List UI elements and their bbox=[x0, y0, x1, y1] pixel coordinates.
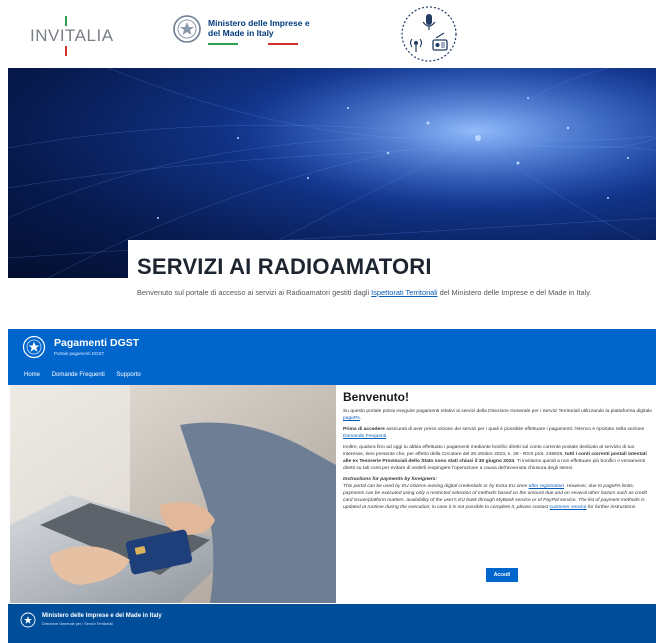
hero-subtitle-text-end: del Ministero delle Imprese e del Made i… bbox=[437, 288, 592, 297]
foreigners-text-end: for further instructions. bbox=[586, 505, 637, 510]
login-button[interactable]: Accedi bbox=[486, 568, 518, 582]
ministry-name: Ministero delle Imprese e del Made in It… bbox=[208, 18, 310, 38]
foreigners-paragraph: Instructions for payments by foreigners:… bbox=[343, 476, 656, 511]
foreigners-heading: Instructions for payments by foreigners: bbox=[343, 477, 438, 482]
portal-nav: Home Domande Frequenti Supporto bbox=[16, 372, 151, 378]
italian-flag-stripe bbox=[208, 43, 298, 45]
nav-domande-frequenti[interactable]: Domande Frequenti bbox=[52, 372, 105, 378]
welcome-content: Benvenuto! Su questo portale potrai eseg… bbox=[343, 390, 656, 515]
intro-paragraph: Su questo portale potrai eseguire pagame… bbox=[343, 408, 656, 422]
pagopa-link[interactable]: pagoPA bbox=[343, 416, 360, 421]
invitalia-green-bar bbox=[65, 16, 67, 26]
invitalia-wordmark: INVITALIA bbox=[30, 26, 114, 45]
footer-subtitle: Direzione Generale per i Servizi Territo… bbox=[42, 622, 114, 626]
invitalia-red-bar bbox=[65, 46, 67, 56]
before-access-paragraph: Prima di accedere assicurati di aver pre… bbox=[343, 426, 656, 440]
nav-home[interactable]: Home bbox=[24, 372, 40, 378]
radio-microphone-icon bbox=[401, 6, 457, 62]
portal-title: Pagamenti DGST bbox=[54, 337, 140, 349]
postal-accounts-paragraph: Inoltre, qualora fino ad oggi tu abbia e… bbox=[343, 444, 656, 472]
ispettorati-link[interactable]: Ispettorati Territoriali bbox=[371, 288, 437, 297]
laptop-credit-card-photo bbox=[10, 385, 336, 603]
customer-service-link[interactable]: customer service bbox=[550, 505, 587, 510]
italian-republic-emblem-icon bbox=[22, 335, 46, 359]
nav-supporto[interactable]: Supporto bbox=[116, 372, 140, 378]
after-registration-link[interactable]: after registration bbox=[529, 484, 564, 489]
italian-republic-emblem-icon bbox=[20, 612, 36, 628]
invitalia-logo[interactable]: INVITALIA bbox=[30, 14, 130, 56]
portal-subtitle: Portale pagamenti DGST bbox=[54, 351, 105, 356]
before-access-text: assicurati di aver preso visione dei ser… bbox=[384, 427, 645, 432]
intro-text: Su questo portale potrai eseguire pagame… bbox=[343, 409, 652, 414]
footer-title: Ministero delle Imprese e del Made in It… bbox=[42, 613, 162, 619]
foreigners-text: This portal can be used by EU citizens o… bbox=[343, 484, 529, 489]
payment-photo bbox=[10, 385, 336, 603]
domande-frequenti-link[interactable]: Domande Frequenti bbox=[343, 434, 386, 439]
portal-footer: Ministero delle Imprese e del Made in It… bbox=[8, 604, 656, 643]
italian-republic-emblem-icon bbox=[173, 15, 201, 43]
page-title: SERVIZI AI RADIOAMATORI bbox=[137, 254, 432, 279]
before-access-end: . bbox=[386, 434, 388, 439]
before-access-bold: Prima di accedere bbox=[343, 427, 385, 432]
portal-header: Pagamenti DGST Portale pagamenti DGST Ho… bbox=[8, 329, 656, 385]
intro-text-end: . bbox=[360, 416, 362, 421]
logo-bar: INVITALIA Ministero delle Imprese e del … bbox=[0, 0, 656, 66]
hero-subtitle-text: Benvenuto sul portale di accesso ai serv… bbox=[137, 288, 372, 297]
ministry-logo[interactable]: Ministero delle Imprese e del Made in It… bbox=[172, 14, 312, 54]
hero-subtitle: Benvenuto sul portale di accesso ai serv… bbox=[137, 288, 592, 297]
welcome-heading: Benvenuto! bbox=[343, 390, 409, 404]
